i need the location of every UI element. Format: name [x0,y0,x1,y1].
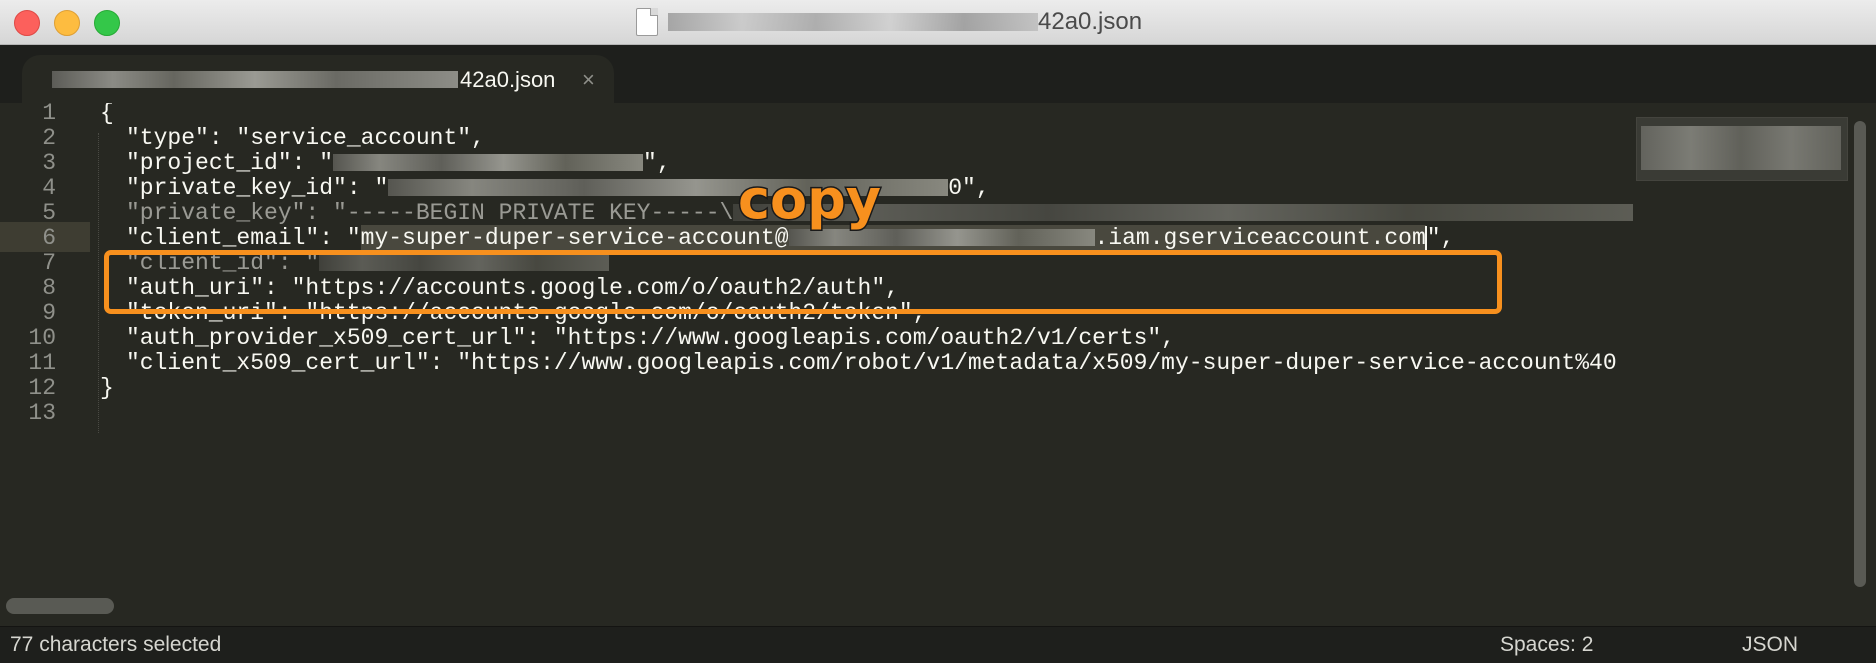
indent-guide [98,133,99,433]
horizontal-scroll-thumb[interactable] [6,598,114,614]
close-window-button[interactable] [14,10,40,36]
code-line-1: { [100,103,114,126]
line-number: 13 [28,400,56,426]
redacted-value [333,154,644,172]
window-title-text: 42a0.json [1038,8,1143,35]
tab-bar: 42a0.json × [0,45,1876,103]
email-end: .iam.gserviceaccount.com [1094,225,1426,251]
tab-close-icon[interactable]: × [582,67,595,93]
minimap-preview [1641,126,1841,170]
code-editor[interactable]: 1 2 3 4 5 6 7 8 9 10 11 12 13 { "type": … [0,100,1850,593]
redacted-tab-filename [52,71,458,88]
code-line-12: } [100,375,114,401]
vertical-scroll-thumb[interactable] [1854,121,1866,587]
tab-file[interactable]: 42a0.json × [22,55,614,103]
minimap[interactable] [1636,117,1848,181]
line-number-gutter: 1 2 3 4 5 6 7 8 9 10 11 12 13 [0,100,70,593]
annotation-highlight-box [104,250,1502,314]
zoom-window-button[interactable] [94,10,120,36]
document-icon [636,8,658,36]
vertical-scrollbar[interactable] [1850,117,1868,593]
redacted-filename [668,13,1038,31]
tab-label: 42a0.json [460,67,556,92]
indentation-setting[interactable]: Spaces: 2 [1500,633,1593,657]
title-bar: 42a0.json [0,0,1876,45]
minimize-window-button[interactable] [54,10,80,36]
status-bar: 77 characters selected Spaces: 2 JSON [0,626,1876,663]
syntax-selector[interactable]: JSON [1742,633,1798,657]
code-line-11: "client_x509_cert_url": "https://www.goo… [126,350,1617,376]
redacted-value [788,229,1095,247]
selection-status: 77 characters selected [10,633,222,656]
annotation-label: copy [737,167,883,233]
window-title: 42a0.json [636,8,1142,36]
json-punct: ", [1426,225,1455,251]
